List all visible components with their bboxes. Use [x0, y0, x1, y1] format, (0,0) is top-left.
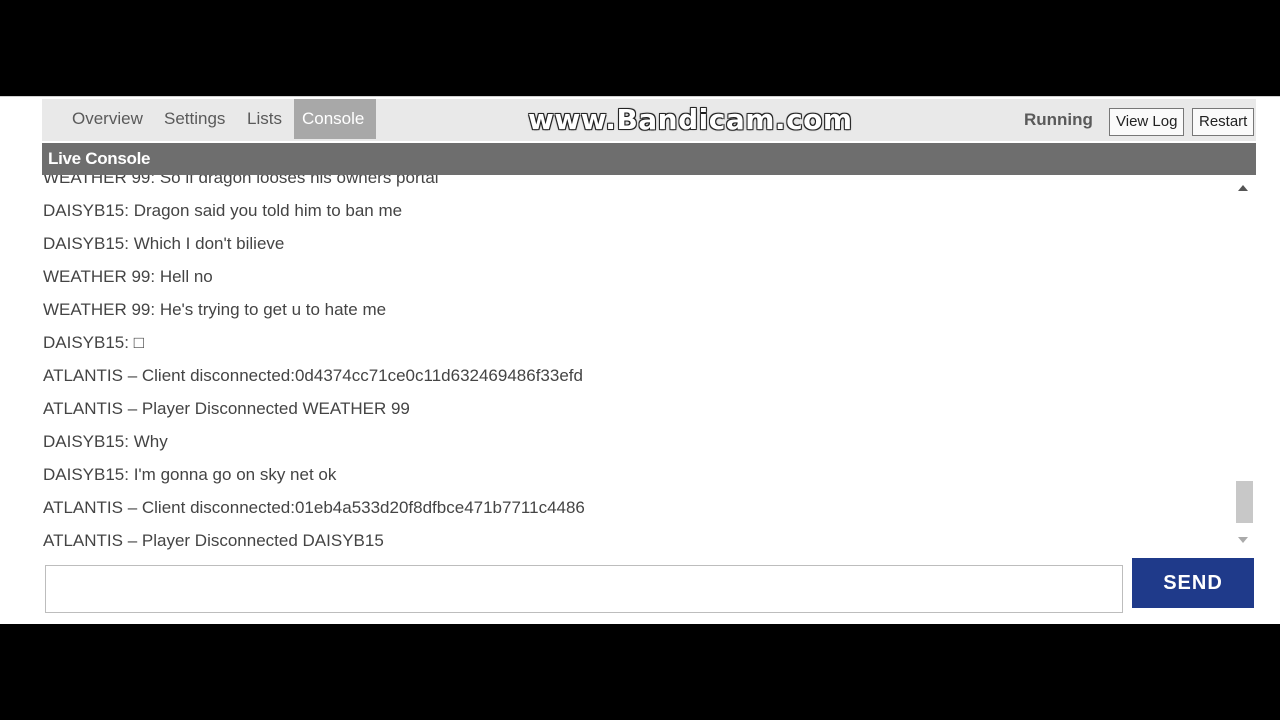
- bandicam-watermark: www.Bandicam.com: [528, 103, 853, 136]
- scroll-down-icon[interactable]: [1238, 537, 1248, 543]
- tab-settings[interactable]: Settings: [156, 99, 233, 139]
- console-line: DAISYB15: I'm gonna go on sky net ok: [43, 465, 337, 484]
- server-console-panel: Overview Settings Lists Console www.Band…: [0, 96, 1280, 624]
- console-line: DAISYB15: □: [43, 333, 144, 352]
- console-line: WEATHER 99: He's trying to get u to hate…: [43, 300, 387, 319]
- console-line: DAISYB15: Dragon said you told him to ba…: [43, 201, 403, 220]
- tab-bar: Overview Settings Lists Console www.Band…: [42, 99, 1256, 141]
- tab-overview[interactable]: Overview: [64, 99, 151, 139]
- console-line: ATLANTIS – Client disconnected:0d4374cc7…: [43, 366, 583, 385]
- console-line: DAISYB15: Which I don't bilieve: [43, 234, 285, 253]
- console-line: ATLANTIS – Client disconnected:01eb4a533…: [43, 498, 585, 517]
- command-input[interactable]: [45, 565, 1123, 613]
- console-header: Live Console: [42, 143, 1256, 175]
- command-input-row: SEND: [42, 553, 1256, 623]
- console-log: WEATHER 99: So if dragon looses his owne…: [42, 175, 1256, 554]
- console-line: DAISYB15: Why: [43, 432, 168, 451]
- send-button[interactable]: SEND: [1132, 558, 1254, 608]
- tab-lists[interactable]: Lists: [239, 99, 290, 139]
- console-line: WEATHER 99: So if dragon looses his owne…: [43, 175, 439, 187]
- view-log-button[interactable]: View Log: [1109, 108, 1185, 136]
- tab-console[interactable]: Console: [294, 99, 376, 139]
- restart-button[interactable]: Restart: [1192, 108, 1255, 136]
- console-line: WEATHER 99: Hell no: [43, 267, 213, 286]
- console-line: ATLANTIS – Player Disconnected WEATHER 9…: [43, 399, 410, 418]
- server-status: Running: [1024, 110, 1093, 129]
- console-line: ATLANTIS – Player Disconnected DAISYB15: [43, 531, 384, 550]
- scroll-thumb[interactable]: [1236, 481, 1253, 523]
- console-lines: WEATHER 99: So if dragon looses his owne…: [43, 175, 1223, 553]
- console-scrollbar[interactable]: [1232, 175, 1256, 553]
- scroll-up-icon[interactable]: [1238, 185, 1248, 191]
